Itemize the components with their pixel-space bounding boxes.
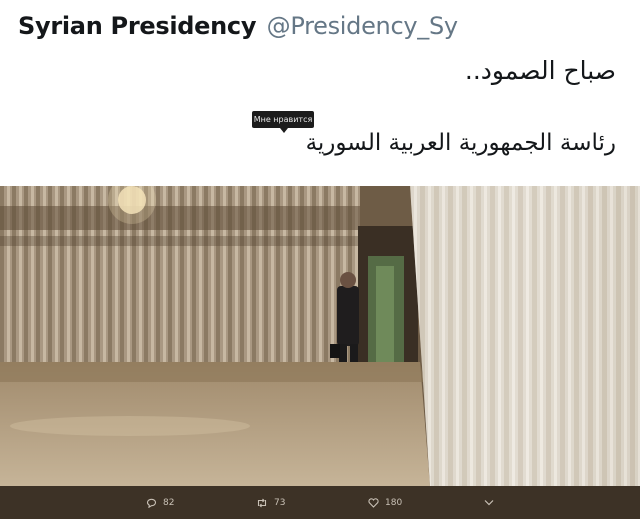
user-handle[interactable]: @Presidency_Sy xyxy=(267,12,458,40)
tweet-action-bar: 82 73 180 xyxy=(0,486,640,519)
like-button[interactable]: 180 xyxy=(368,486,402,519)
more-options-button[interactable] xyxy=(484,486,494,519)
retweet-button[interactable]: 73 xyxy=(256,486,285,519)
retweet-icon xyxy=(256,498,268,508)
retweet-count: 73 xyxy=(274,497,286,508)
tweet-text-line-1: صباح الصمود.. xyxy=(464,56,616,85)
tweet-text-line-2: رئاسة الجمهورية العربية السورية xyxy=(305,130,616,156)
reply-count: 82 xyxy=(163,497,175,508)
tweet-header: Syrian Presidency @Presidency_Sy xyxy=(18,12,458,40)
like-count: 180 xyxy=(385,497,403,508)
chevron-down-icon xyxy=(484,499,494,506)
reply-button[interactable]: 82 xyxy=(146,486,174,519)
reply-icon xyxy=(146,498,157,508)
heart-icon xyxy=(368,497,379,508)
tooltip: Мне нравится xyxy=(252,111,314,133)
display-name[interactable]: Syrian Presidency xyxy=(18,12,256,40)
video-frame xyxy=(0,186,640,486)
video-media[interactable] xyxy=(0,186,640,486)
